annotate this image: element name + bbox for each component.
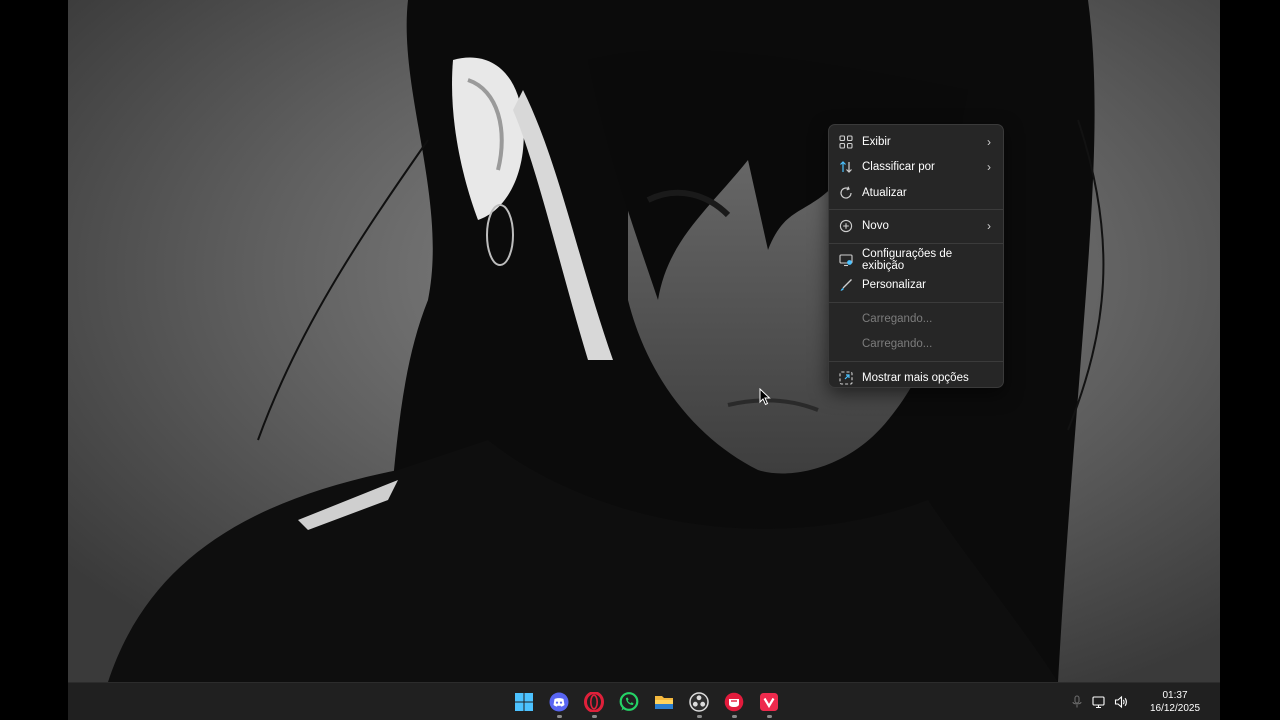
chevron-right-icon: ›	[987, 134, 991, 149]
running-indicator	[696, 715, 702, 718]
running-indicator	[731, 715, 737, 718]
whatsapp-app[interactable]	[611, 683, 646, 720]
taskbar-clock[interactable]: 01:37 16/12/2025	[1144, 689, 1206, 715]
menu-item-carregando: Carregando...	[829, 332, 1003, 358]
discord-app[interactable]	[541, 683, 576, 720]
taskbar-apps	[506, 683, 786, 720]
menu-item-label: Exibir	[862, 135, 891, 148]
desktop-context-menu: Exibir › Classificar por › Atualizar Nov…	[828, 124, 1004, 388]
menu-separator	[829, 301, 1003, 303]
menu-item-carregando: Carregando...	[829, 306, 1003, 332]
mouse-cursor-icon	[759, 388, 771, 406]
running-indicator	[556, 715, 562, 718]
red-app-icon	[724, 692, 743, 712]
wallpaper-image	[68, 0, 1220, 682]
menu-item-label: Carregando...	[862, 338, 933, 351]
menu-separator	[829, 360, 1003, 362]
network-icon	[1092, 696, 1105, 709]
volume-button[interactable]	[1110, 683, 1132, 720]
pink-app-icon	[759, 693, 778, 711]
obs-app[interactable]	[681, 683, 716, 720]
more-options-icon	[839, 371, 853, 385]
obs-icon	[688, 692, 709, 712]
menu-item-personalizar[interactable]: Personalizar	[829, 273, 1003, 299]
menu-item-novo[interactable]: Novo ›	[829, 214, 1003, 240]
menu-item-label: Novo	[862, 220, 889, 233]
menu-item-label: Classificar por	[862, 161, 935, 174]
menu-item-configuracoes-de-exibicao[interactable]: Configurações de exibição	[829, 247, 1003, 273]
menu-item-mostrar-mais-opcoes[interactable]: Mostrar mais opções	[829, 365, 1003, 391]
desktop[interactable]: Exibir › Classificar por › Atualizar Nov…	[68, 0, 1220, 720]
running-indicator	[766, 715, 772, 718]
sort-arrows-icon	[840, 161, 852, 174]
menu-item-label: Carregando...	[862, 312, 933, 325]
microphone-button[interactable]	[1066, 683, 1088, 720]
whatsapp-icon	[619, 692, 638, 711]
red-app[interactable]	[716, 683, 751, 720]
menu-separator	[829, 242, 1003, 244]
system-tray: 01:37 16/12/2025	[1066, 683, 1220, 720]
menu-separator	[829, 209, 1003, 210]
clock-date: 16/12/2025	[1149, 703, 1201, 714]
opera-icon	[583, 692, 604, 712]
folder-icon	[654, 696, 673, 709]
grid-view-icon	[839, 135, 853, 149]
menu-item-label: Configurações de exibição	[862, 247, 953, 272]
taskbar: 01:37 16/12/2025	[68, 682, 1220, 720]
menu-item-label: Mostrar mais opções	[862, 371, 969, 384]
chevron-right-icon: ›	[987, 160, 991, 175]
network-button[interactable]	[1088, 683, 1110, 720]
windows-logo-icon	[514, 693, 533, 711]
discord-icon	[549, 692, 568, 712]
microphone-icon	[1072, 695, 1082, 708]
brush-icon	[840, 279, 852, 292]
menu-item-exibir[interactable]: Exibir ›	[829, 129, 1003, 155]
refresh-icon	[840, 186, 852, 199]
chevron-right-icon: ›	[987, 219, 991, 234]
start-button[interactable]	[506, 683, 541, 720]
menu-item-classificar-por[interactable]: Classificar por ›	[829, 155, 1003, 181]
pink-app[interactable]	[751, 683, 786, 720]
menu-item-atualizar[interactable]: Atualizar	[829, 180, 1003, 206]
opera-app[interactable]	[576, 683, 611, 720]
file-explorer-app[interactable]	[646, 683, 681, 720]
clock-time: 01:37	[1162, 690, 1188, 701]
running-indicator	[591, 715, 597, 718]
menu-item-label: Atualizar	[862, 186, 907, 199]
plus-circle-icon	[839, 220, 853, 233]
menu-item-label: Personalizar	[862, 279, 926, 292]
volume-icon	[1114, 695, 1127, 709]
display-settings-icon	[839, 254, 853, 266]
